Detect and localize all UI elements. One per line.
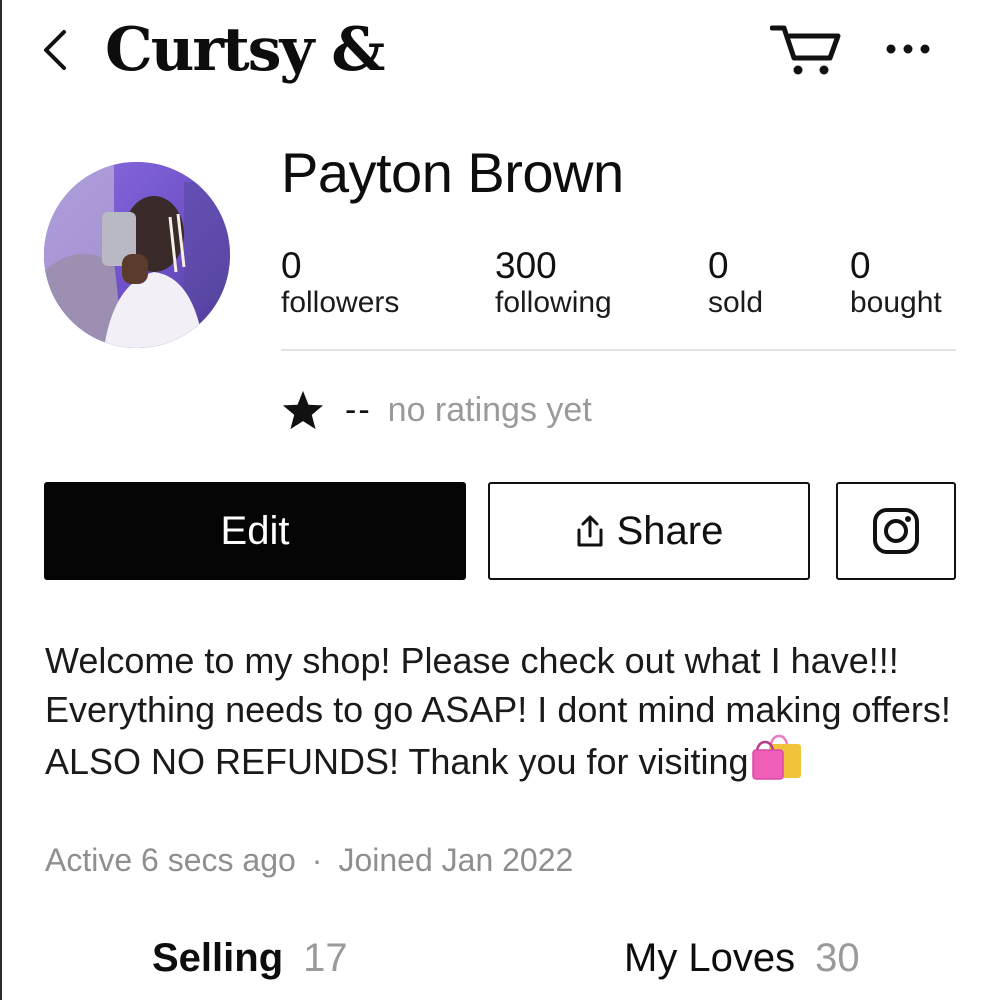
share-button-label: Share — [616, 508, 724, 553]
bio-text: Welcome to my shop! Please check out wha… — [45, 636, 965, 792]
meta-separator: · — [311, 842, 323, 878]
more-horizontal-icon — [886, 44, 930, 54]
tab-selling-label: Selling — [152, 936, 284, 980]
rating-text: no ratings yet — [387, 390, 592, 429]
joined-date: Joined Jan 2022 — [338, 842, 574, 878]
stat-following[interactable]: 300 following — [495, 246, 612, 320]
bought-label: bought — [850, 286, 942, 319]
chevron-left-icon — [44, 30, 66, 70]
instagram-icon — [873, 508, 919, 554]
edit-button[interactable]: Edit — [44, 482, 466, 580]
stat-bought[interactable]: 0 bought — [850, 246, 942, 320]
star-icon — [282, 390, 324, 430]
following-count: 300 — [495, 245, 557, 286]
tab-my-loves-count: 30 — [815, 936, 860, 980]
tab-my-loves-label: My Loves — [624, 936, 796, 980]
followers-count: 0 — [281, 245, 302, 286]
back-button[interactable] — [30, 22, 80, 78]
stats-divider — [281, 349, 956, 351]
profile-name: Payton Brown — [281, 141, 624, 204]
tab-selling-count: 17 — [303, 936, 348, 980]
activity-meta: Active 6 secs ago · Joined Jan 2022 — [45, 842, 573, 879]
stat-followers[interactable]: 0 followers — [281, 246, 399, 320]
rating-value: -- — [345, 390, 372, 429]
bought-count: 0 — [850, 245, 871, 286]
following-label: following — [495, 286, 612, 319]
stat-sold[interactable]: 0 sold — [708, 246, 763, 320]
bio-body: Welcome to my shop! Please check out wha… — [45, 640, 951, 782]
cart-button[interactable] — [766, 18, 846, 82]
more-options-button[interactable] — [876, 22, 940, 76]
share-button[interactable]: Share — [488, 482, 810, 580]
instagram-button[interactable] — [836, 482, 956, 580]
sold-count: 0 — [708, 245, 729, 286]
tab-selling[interactable]: Selling 17 — [152, 936, 348, 981]
share-upload-icon — [577, 515, 603, 547]
window-edge — [0, 0, 2, 1000]
active-status: Active 6 secs ago — [45, 842, 296, 878]
sold-label: sold — [708, 286, 764, 319]
edit-button-label: Edit — [220, 508, 290, 553]
rating-row[interactable]: -- no ratings yet — [281, 386, 592, 434]
shopping-bags-icon — [751, 734, 803, 792]
avatar-photo — [44, 162, 230, 348]
curtsy-logo: Curtsy & — [105, 15, 385, 85]
shopping-cart-icon — [770, 25, 841, 75]
tab-my-loves[interactable]: My Loves 30 — [624, 936, 860, 981]
followers-label: followers — [281, 286, 400, 319]
avatar[interactable] — [44, 162, 230, 348]
